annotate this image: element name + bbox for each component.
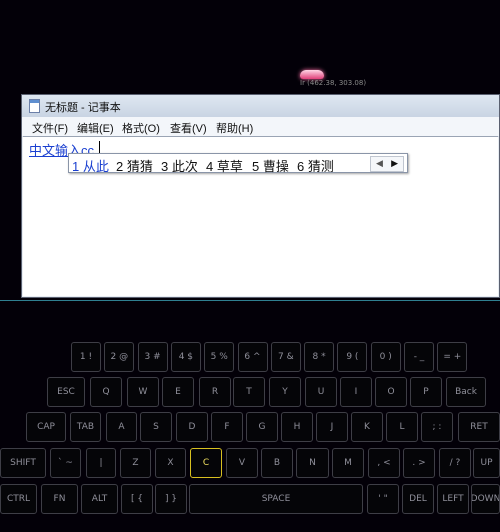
key-z[interactable]: Z [120, 448, 151, 478]
candidate-3[interactable]: 3 此次 [161, 156, 198, 175]
coordinate-readout: Ir (462.38, 303.08) [300, 79, 367, 87]
key-6[interactable]: 6 ^ [237, 342, 268, 372]
key-i[interactable]: I [340, 377, 372, 407]
candidate-page-nav: ◀ ▶ [370, 156, 404, 172]
key-j[interactable]: J [316, 412, 348, 442]
key-alt[interactable]: ALT [81, 484, 118, 514]
key-0[interactable]: 0 ) [370, 342, 401, 372]
key-f[interactable]: F [211, 412, 243, 442]
key-2[interactable]: 2 @ [104, 342, 135, 372]
key-3[interactable]: 3 # [137, 342, 168, 372]
key-tab[interactable]: TAB [70, 412, 101, 442]
key-down[interactable]: DOWN [471, 484, 500, 514]
key-sym[interactable]: [ { [121, 484, 153, 514]
key-space[interactable]: SPACE [189, 484, 363, 514]
key-sym[interactable]: / ? [439, 448, 471, 478]
key-del[interactable]: DEL [402, 484, 434, 514]
key-8[interactable]: 8 * [304, 342, 335, 372]
key-5[interactable]: 5 % [204, 342, 235, 372]
key-sym[interactable]: - _ [404, 342, 434, 372]
key-c[interactable]: C [190, 448, 222, 478]
candidate-4[interactable]: 4 草草 [206, 156, 243, 175]
key-shift[interactable]: SHIFT [0, 448, 46, 478]
key-u[interactable]: U [305, 377, 337, 407]
key-7[interactable]: 7 & [270, 342, 301, 372]
key-up[interactable]: UP [473, 448, 500, 478]
cursor-marker [300, 70, 324, 79]
key-b[interactable]: B [261, 448, 293, 478]
key-d[interactable]: D [176, 412, 208, 442]
key-o[interactable]: O [375, 377, 407, 407]
previous-page-icon[interactable]: ◀ [376, 158, 383, 169]
key-sym[interactable]: , < [368, 448, 400, 478]
menu-view[interactable]: 查看(V) [170, 120, 207, 136]
key-esc[interactable]: ESC [47, 377, 85, 407]
notepad-window: 无标题 - 记事本 文件(F) 编辑(E) 格式(O) 查看(V) 帮助(H) … [21, 94, 500, 298]
candidate-2[interactable]: 2 猜猜 [116, 156, 153, 175]
key-sym[interactable]: ' " [367, 484, 399, 514]
key-fn[interactable]: FN [41, 484, 78, 514]
candidate-1[interactable]: 1 从此 [72, 156, 109, 175]
notepad-icon [29, 99, 40, 113]
key-l[interactable]: L [386, 412, 418, 442]
key-a[interactable]: A [106, 412, 137, 442]
key-ret[interactable]: RET [458, 412, 500, 442]
menu-help[interactable]: 帮助(H) [216, 120, 253, 136]
candidate-6[interactable]: 6 猜测 [297, 156, 334, 175]
key-w[interactable]: W [127, 377, 159, 407]
key-q[interactable]: Q [90, 377, 122, 407]
key-sym[interactable]: ` ~ [50, 448, 81, 478]
key-sym[interactable]: . > [403, 448, 435, 478]
key-sym[interactable]: | [86, 448, 116, 478]
key-e[interactable]: E [162, 377, 194, 407]
menu-edit[interactable]: 编辑(E) [77, 120, 114, 136]
menu-bar: 文件(F) 编辑(E) 格式(O) 查看(V) 帮助(H) [22, 117, 499, 137]
guide-line [0, 300, 500, 301]
key-cap[interactable]: CAP [26, 412, 66, 442]
key-r[interactable]: R [199, 377, 231, 407]
menu-format[interactable]: 格式(O) [122, 120, 160, 136]
key-sym[interactable]: ; : [421, 412, 453, 442]
key-x[interactable]: X [155, 448, 186, 478]
ime-candidate-window: 1 从此 2 猜猜 3 此次 4 草草 5 曹操 6 猜测 ◀ ▶ [68, 153, 408, 175]
key-s[interactable]: S [140, 412, 172, 442]
candidate-5[interactable]: 5 曹操 [252, 156, 289, 175]
window-title: 无标题 - 记事本 [45, 102, 121, 114]
key-sym[interactable]: ] } [155, 484, 187, 514]
key-4[interactable]: 4 $ [170, 342, 201, 372]
key-y[interactable]: Y [269, 377, 301, 407]
menu-file[interactable]: 文件(F) [32, 120, 68, 136]
key-1[interactable]: 1 ! [71, 342, 101, 372]
key-ctrl[interactable]: CTRL [0, 484, 37, 514]
key-left[interactable]: LEFT [437, 484, 469, 514]
key-v[interactable]: V [226, 448, 258, 478]
key-n[interactable]: N [296, 448, 329, 478]
next-page-icon[interactable]: ▶ [391, 158, 398, 169]
key-h[interactable]: H [281, 412, 313, 442]
key-back[interactable]: Back [446, 377, 486, 407]
key-sym[interactable]: = + [437, 342, 468, 372]
title-bar[interactable]: 无标题 - 记事本 [22, 95, 499, 117]
key-p[interactable]: P [410, 377, 442, 407]
key-k[interactable]: K [351, 412, 383, 442]
key-m[interactable]: M [332, 448, 364, 478]
key-9[interactable]: 9 ( [337, 342, 368, 372]
key-g[interactable]: G [246, 412, 278, 442]
key-t[interactable]: T [233, 377, 265, 407]
